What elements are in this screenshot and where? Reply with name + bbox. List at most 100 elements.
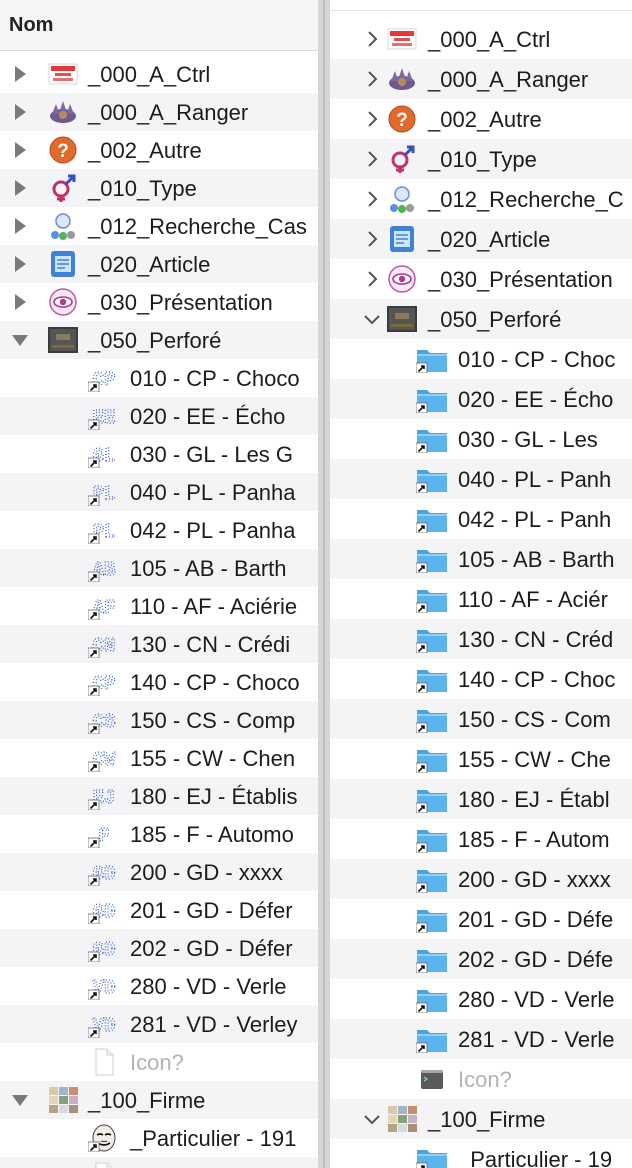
left-file-row[interactable]: _000_A_Ranger [0,93,318,131]
file-name-label: _010_Type [88,176,197,201]
left-file-row[interactable]: _050_Perforé [0,321,318,359]
right-file-row[interactable]: _020_Article [330,219,632,259]
file-name-label: 110 - AF - Aciér [458,587,608,612]
file-name-label: _100_Firme [428,1107,546,1132]
right-file-row[interactable]: 200 - GD - xxxx [330,859,632,899]
right-file-row[interactable]: _012_Recherche_C [330,179,632,219]
right-file-row[interactable]: _100_Firme [330,1099,632,1139]
left-file-row[interactable]: GD 202 - GD - Défer [0,929,318,967]
left-file-row[interactable]: VD 281 - VD - Verley [0,1005,318,1043]
file-name-label: _050_Perforé [88,328,222,353]
left-file-row[interactable] [0,1157,318,1168]
left-file-row[interactable]: PL 042 - PL - Panha [0,511,318,549]
right-file-row[interactable]: 180 - EJ - Établ [330,779,632,819]
eye-icon [49,288,77,316]
right-file-row[interactable]: 130 - CN - Créd [330,619,632,659]
left-file-row[interactable]: _100_Firme [0,1081,318,1119]
left-file-row[interactable]: ? _002_Autre [0,131,318,169]
right-file-row[interactable]: Icon? [330,1059,632,1099]
disclosure-collapsed-icon[interactable] [9,101,31,123]
right-file-row[interactable]: 280 - VD - Verle [330,979,632,1019]
firm-collage-icon [388,1106,417,1132]
right-file-row[interactable]: _030_Présentation [330,259,632,299]
left-file-row[interactable]: CP 010 - CP - Choco [0,359,318,397]
left-file-row[interactable]: F 185 - F - Automo [0,815,318,853]
right-file-row[interactable]: 030 - GL - Les [330,419,632,459]
folder-alias-icon [416,830,447,853]
perfin-alias-icon: EJ [88,786,116,810]
left-file-row[interactable]: GL 030 - GL - Les G [0,435,318,473]
right-file-row[interactable]: 110 - AF - Aciér [330,579,632,619]
file-name-label: _050_Perforé [428,307,562,332]
left-file-row[interactable]: CN 130 - CN - Crédi [0,625,318,663]
disclosure-collapsed-icon[interactable] [361,28,383,50]
disclosure-collapsed-icon[interactable] [361,108,383,130]
right-file-row[interactable]: 040 - PL - Panh [330,459,632,499]
left-file-row[interactable]: AF 110 - AF - Aciérie [0,587,318,625]
file-name-label: 200 - GD - xxxx [130,860,283,885]
right-file-row[interactable]: ? _002_Autre [330,99,632,139]
left-file-row[interactable]: VD 280 - VD - Verle [0,967,318,1005]
perfin-alias-icon: GL [88,444,116,468]
right-file-row[interactable]: 140 - CP - Choc [330,659,632,699]
right-file-row[interactable]: 155 - CW - Che [330,739,632,779]
disclosure-expanded-icon[interactable] [361,1108,383,1130]
name-column-label: Nom [9,14,54,36]
file-name-label: 155 - CW - Chen [130,746,296,771]
disclosure-expanded-icon[interactable] [9,1089,31,1111]
right-file-row[interactable]: 150 - CS - Com [330,699,632,739]
right-file-row[interactable]: 010 - CP - Choc [330,339,632,379]
right-file-row[interactable]: 185 - F - Autom [330,819,632,859]
disclosure-expanded-icon[interactable] [9,329,31,351]
right-file-row[interactable]: _000_A_Ranger [330,59,632,99]
disclosure-collapsed-icon[interactable] [9,291,31,313]
left-file-row[interactable]: AB 105 - AB - Barth [0,549,318,587]
disclosure-collapsed-icon[interactable] [9,63,31,85]
disclosure-collapsed-icon[interactable] [9,139,31,161]
left-file-row[interactable]: CW 155 - CW - Chen [0,739,318,777]
left-file-row[interactable]: _020_Article [0,245,318,283]
left-file-row[interactable]: _030_Présentation [0,283,318,321]
left-file-row[interactable]: _012_Recherche_Cas [0,207,318,245]
file-name-label: 030 - GL - Les [458,427,598,452]
left-file-row[interactable]: _000_A_Ctrl [0,55,318,93]
file-name-label: _100_Firme [88,1088,206,1113]
disclosure-collapsed-icon[interactable] [9,253,31,275]
right-file-row[interactable]: 042 - PL - Panh [330,499,632,539]
disclosure-collapsed-icon[interactable] [361,188,383,210]
disclosure-collapsed-icon[interactable] [361,148,383,170]
right-file-row[interactable]: 020 - EE - Écho [330,379,632,419]
left-file-row[interactable]: EE 020 - EE - Écho [0,397,318,435]
search-balls-icon [390,186,414,213]
left-file-row[interactable]: CS 150 - CS - Comp [0,701,318,739]
file-name-label: _002_Autre [428,107,542,132]
left-file-row[interactable]: GD 200 - GD - xxxx [0,853,318,891]
right-file-row[interactable]: 281 - VD - Verle [330,1019,632,1059]
left-file-row[interactable]: Icon? [0,1043,318,1081]
disclosure-collapsed-icon[interactable] [361,228,383,250]
right-file-row[interactable]: _050_Perforé [330,299,632,339]
right-file-row[interactable]: 202 - GD - Défe [330,939,632,979]
left-file-row[interactable]: CP 140 - CP - Choco [0,663,318,701]
right-file-row[interactable]: 201 - GD - Défe [330,899,632,939]
left-file-row[interactable]: _Particulier - 191 [0,1119,318,1157]
right-file-row[interactable]: _000_A_Ctrl [330,19,632,59]
perfin-alias-icon: AB [88,558,116,582]
disclosure-expanded-icon[interactable] [361,308,383,330]
left-file-row[interactable]: EJ 180 - EJ - Établis [0,777,318,815]
right-file-row[interactable]: _Particulier - 19 [330,1139,632,1168]
file-name-label: 010 - CP - Choc [458,347,616,372]
right-file-row[interactable]: 105 - AB - Barth [330,539,632,579]
disclosure-collapsed-icon[interactable] [9,177,31,199]
left-file-row[interactable]: GD 201 - GD - Défer [0,891,318,929]
disclosure-collapsed-icon[interactable] [361,68,383,90]
folder-alias-icon [416,750,447,773]
right-file-row[interactable]: _010_Type [330,139,632,179]
disclosure-collapsed-icon[interactable] [9,215,31,237]
left-file-row[interactable]: _010_Type [0,169,318,207]
perfin-alias-icon: CP [88,368,116,392]
left-file-row[interactable]: PL 040 - PL - Panha [0,473,318,511]
pane-divider[interactable] [318,0,330,1168]
name-column-header[interactable]: Nom [0,0,318,51]
disclosure-collapsed-icon[interactable] [361,268,383,290]
